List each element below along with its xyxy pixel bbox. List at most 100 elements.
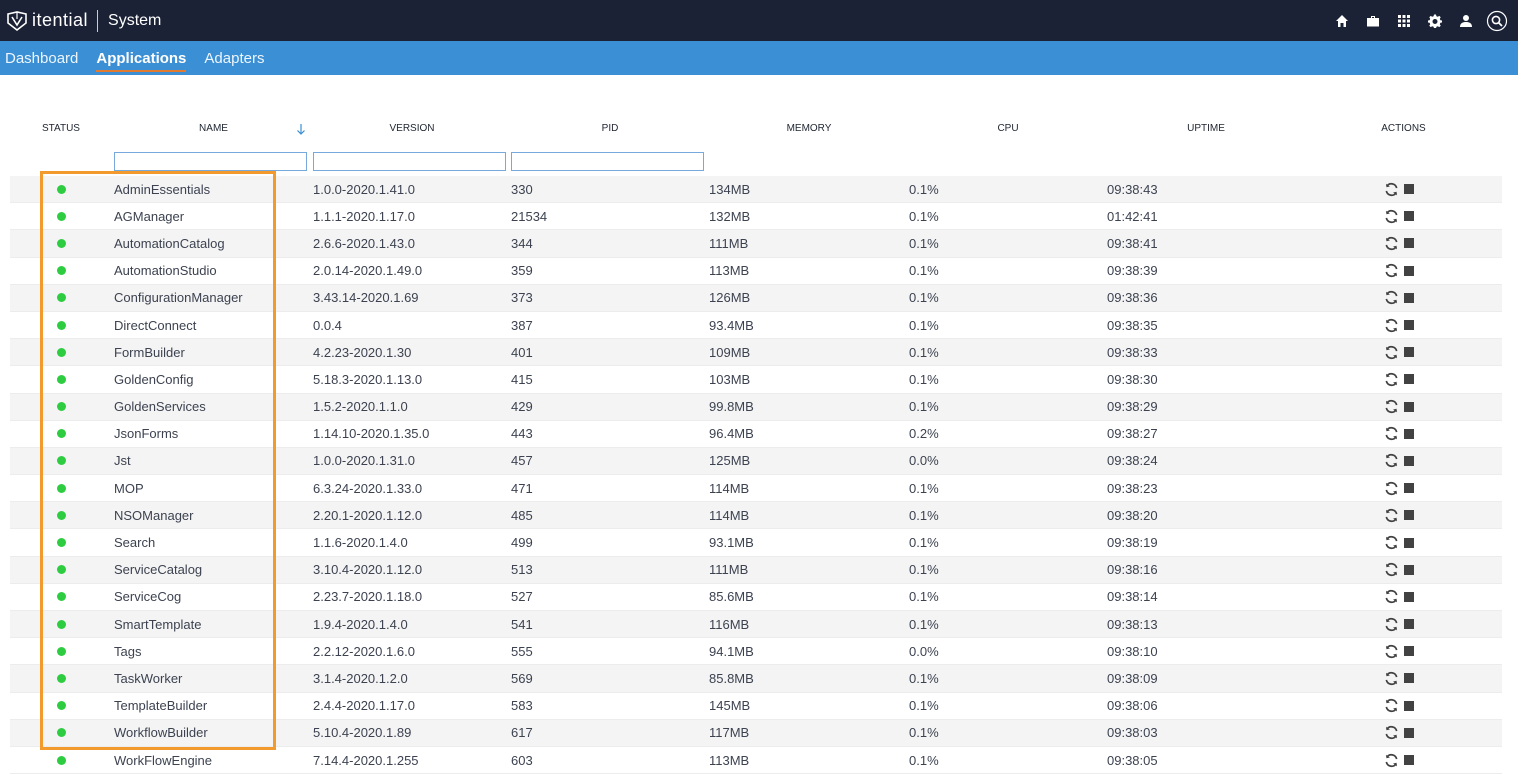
name-cell[interactable]: AdminEssentials bbox=[114, 182, 313, 197]
name-cell[interactable]: AutomationCatalog bbox=[114, 236, 313, 251]
tab-adapters[interactable]: Adapters bbox=[195, 41, 273, 75]
name-cell[interactable]: ServiceCog bbox=[114, 589, 313, 604]
name-cell[interactable]: Search bbox=[114, 535, 313, 550]
name-cell[interactable]: MOP bbox=[114, 481, 313, 496]
name-cell[interactable]: NSOManager bbox=[114, 508, 313, 523]
name-cell[interactable]: WorkflowBuilder bbox=[114, 725, 313, 740]
name-cell[interactable]: Jst bbox=[114, 453, 313, 468]
status-indicator-icon bbox=[57, 293, 66, 303]
name-cell[interactable]: TemplateBuilder bbox=[114, 698, 313, 713]
stop-icon[interactable] bbox=[1404, 700, 1414, 711]
stop-icon[interactable] bbox=[1404, 292, 1414, 303]
stop-icon[interactable] bbox=[1404, 211, 1414, 222]
stop-icon[interactable] bbox=[1404, 374, 1414, 385]
table-row: AdminEssentials 1.0.0-2020.1.41.0 330 13… bbox=[10, 176, 1502, 204]
name-cell[interactable]: AGManager bbox=[114, 209, 313, 224]
stop-icon[interactable] bbox=[1404, 184, 1414, 195]
briefcase-icon[interactable] bbox=[1357, 0, 1388, 41]
stop-icon[interactable] bbox=[1404, 455, 1414, 466]
stop-icon[interactable] bbox=[1404, 646, 1414, 657]
restart-icon[interactable] bbox=[1384, 698, 1399, 713]
column-header-version[interactable]: VERSION bbox=[313, 123, 511, 134]
name-cell[interactable]: DirectConnect bbox=[114, 318, 313, 333]
name-cell[interactable]: WorkFlowEngine bbox=[114, 753, 313, 768]
restart-icon[interactable] bbox=[1384, 318, 1399, 333]
home-icon[interactable] bbox=[1326, 0, 1357, 41]
stop-icon[interactable] bbox=[1404, 510, 1414, 521]
stop-icon[interactable] bbox=[1404, 755, 1414, 766]
column-header-status[interactable]: STATUS bbox=[10, 123, 114, 134]
restart-icon[interactable] bbox=[1384, 182, 1399, 197]
restart-icon[interactable] bbox=[1384, 644, 1399, 659]
name-cell[interactable]: ConfigurationManager bbox=[114, 290, 313, 305]
name-cell[interactable]: Tags bbox=[114, 644, 313, 659]
column-header-name[interactable]: NAME bbox=[114, 123, 313, 134]
version-cell: 5.18.3-2020.1.13.0 bbox=[313, 371, 423, 387]
restart-icon[interactable] bbox=[1384, 345, 1399, 360]
stop-icon[interactable] bbox=[1404, 265, 1414, 276]
stop-icon[interactable] bbox=[1404, 347, 1414, 358]
name-cell[interactable]: GoldenServices bbox=[114, 399, 313, 414]
restart-icon[interactable] bbox=[1384, 236, 1399, 251]
stop-icon[interactable] bbox=[1404, 673, 1414, 684]
user-icon[interactable] bbox=[1450, 0, 1481, 41]
stop-icon[interactable] bbox=[1404, 401, 1414, 412]
restart-icon[interactable] bbox=[1384, 481, 1399, 496]
table-row: FormBuilder 4.2.23-2020.1.30 401 109MB 0… bbox=[10, 339, 1502, 367]
memory-cell: 93.1MB bbox=[709, 535, 754, 551]
restart-icon[interactable] bbox=[1384, 671, 1399, 686]
restart-icon[interactable] bbox=[1384, 508, 1399, 523]
restart-icon[interactable] bbox=[1384, 372, 1399, 387]
stop-icon[interactable] bbox=[1404, 564, 1414, 575]
restart-icon[interactable] bbox=[1384, 535, 1399, 550]
name-cell[interactable]: JsonForms bbox=[114, 426, 313, 441]
restart-icon[interactable] bbox=[1384, 290, 1399, 305]
search-icon[interactable] bbox=[1481, 0, 1512, 41]
restart-icon[interactable] bbox=[1384, 617, 1399, 632]
stop-icon[interactable] bbox=[1404, 619, 1414, 630]
restart-icon[interactable] bbox=[1384, 725, 1399, 740]
stop-icon[interactable] bbox=[1404, 483, 1414, 494]
tab-applications[interactable]: Applications bbox=[87, 41, 195, 75]
uptime-cell: 09:38:24 bbox=[1107, 453, 1158, 469]
restart-icon[interactable] bbox=[1384, 589, 1399, 604]
restart-icon[interactable] bbox=[1384, 399, 1399, 414]
tab-dashboard[interactable]: Dashboard bbox=[0, 41, 87, 75]
uptime-cell: 09:38:05 bbox=[1107, 752, 1158, 768]
gear-icon[interactable] bbox=[1419, 0, 1450, 41]
stop-icon[interactable] bbox=[1404, 537, 1414, 548]
restart-icon[interactable] bbox=[1384, 453, 1399, 468]
name-cell[interactable]: GoldenConfig bbox=[114, 372, 313, 387]
restart-icon[interactable] bbox=[1384, 426, 1399, 441]
stop-icon[interactable] bbox=[1404, 320, 1414, 331]
restart-icon[interactable] bbox=[1384, 562, 1399, 577]
stop-icon[interactable] bbox=[1404, 428, 1414, 439]
stop-icon[interactable] bbox=[1404, 727, 1414, 738]
version-cell: 1.9.4-2020.1.4.0 bbox=[313, 616, 408, 632]
filter-version-input[interactable] bbox=[313, 151, 506, 171]
filter-name-input[interactable] bbox=[114, 151, 307, 171]
filter-pid-input[interactable] bbox=[511, 151, 704, 171]
column-header-pid[interactable]: PID bbox=[511, 123, 709, 134]
brand[interactable]: itential System bbox=[0, 0, 161, 41]
name-cell[interactable]: ServiceCatalog bbox=[114, 562, 313, 577]
memory-cell: 109MB bbox=[709, 344, 751, 360]
column-header-uptime[interactable]: UPTIME bbox=[1107, 123, 1305, 134]
name-cell[interactable]: FormBuilder bbox=[114, 345, 313, 360]
name-cell[interactable]: TaskWorker bbox=[114, 671, 313, 686]
column-header-memory[interactable]: MEMORY bbox=[709, 123, 909, 134]
uptime-cell: 09:38:13 bbox=[1107, 616, 1158, 632]
name-cell[interactable]: SmartTemplate bbox=[114, 617, 313, 632]
status-cell bbox=[10, 565, 114, 575]
memory-cell: 99.8MB bbox=[709, 399, 754, 415]
name-cell[interactable]: AutomationStudio bbox=[114, 263, 313, 278]
grid-icon[interactable] bbox=[1388, 0, 1419, 41]
cpu-cell: 0.2% bbox=[909, 426, 939, 442]
restart-icon[interactable] bbox=[1384, 753, 1399, 768]
restart-icon[interactable] bbox=[1384, 263, 1399, 278]
sort-arrow-down-icon[interactable] bbox=[295, 122, 307, 136]
stop-icon[interactable] bbox=[1404, 238, 1414, 249]
restart-icon[interactable] bbox=[1384, 209, 1399, 224]
stop-icon[interactable] bbox=[1404, 591, 1414, 602]
column-header-cpu[interactable]: CPU bbox=[909, 123, 1107, 134]
